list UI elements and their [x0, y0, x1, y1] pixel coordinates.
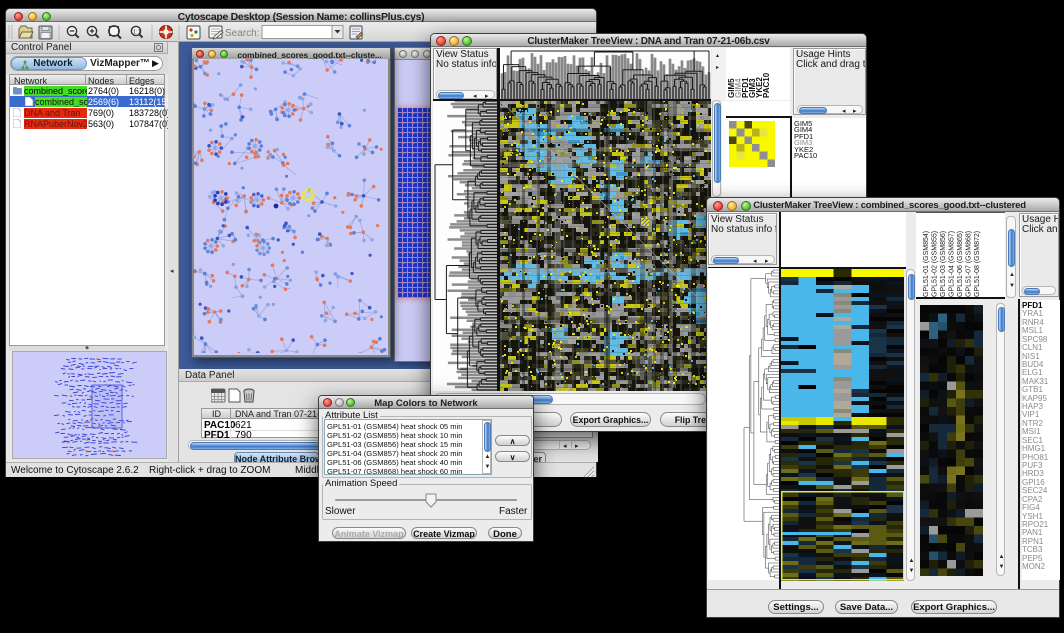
- svg-text:PAC10: PAC10: [762, 72, 771, 98]
- svg-text:GPL51-01 (GSM854): GPL51-01 (GSM854): [923, 231, 930, 297]
- svg-text:GPL51-08 (GSM872): GPL51-08 (GSM872): [974, 231, 981, 297]
- svg-text:GPL51-02 (GSM855): GPL51-02 (GSM855): [932, 231, 939, 297]
- svg-text:GPL51-04 (GSM857): GPL51-04 (GSM857): [949, 231, 956, 297]
- svg-text:Search:: Search:: [225, 28, 259, 39]
- svg-text:GPL51-06 (GSM865): GPL51-06 (GSM865): [957, 231, 964, 297]
- svg-text:GPL51-03 (GSM856): GPL51-03 (GSM856): [940, 231, 947, 297]
- svg-text:GPL51-07 (GSM868): GPL51-07 (GSM868): [966, 231, 973, 297]
